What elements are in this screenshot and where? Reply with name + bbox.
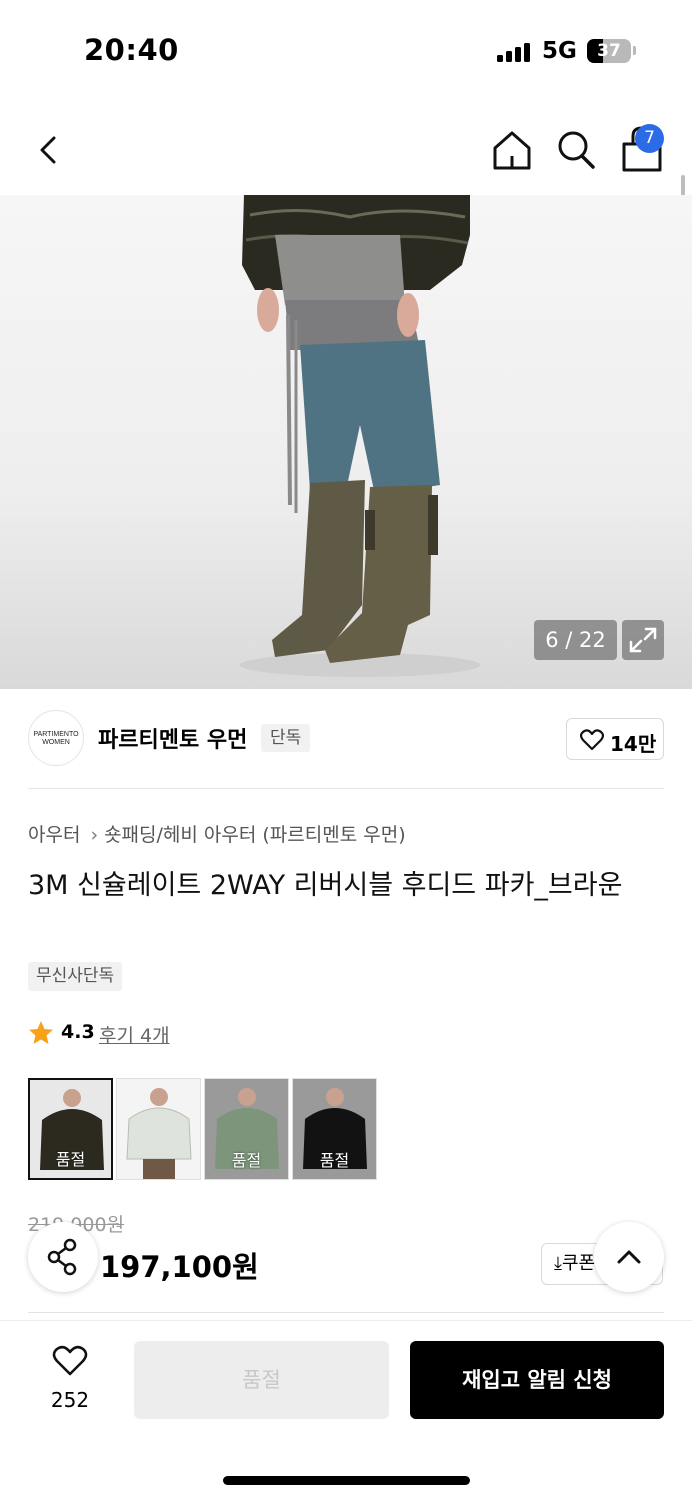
back-button[interactable] — [30, 130, 70, 170]
soldout-button[interactable]: 품절 — [134, 1341, 389, 1419]
heart-icon — [580, 729, 604, 751]
heart-icon — [52, 1345, 88, 1376]
sale-price: 197,100원 — [100, 1250, 259, 1284]
expand-image-button[interactable] — [622, 620, 664, 660]
rating-value: 4.3 — [61, 1021, 95, 1043]
brand-logo[interactable]: PARTIMENTO WOMEN — [28, 710, 84, 766]
color-thumbnail-image — [117, 1079, 200, 1179]
status-bar: 20:40 5G 37 — [0, 0, 692, 100]
star-icon — [29, 1021, 53, 1044]
breadcrumb: 아우터 › 숏패딩/헤비 아우터 (파르티멘토 우먼) — [28, 820, 406, 847]
home-indicator[interactable] — [223, 1476, 470, 1485]
breadcrumb-category[interactable]: 아우터 — [28, 824, 80, 846]
battery-icon: 37 — [587, 39, 631, 63]
cart-count-badge: 7 — [635, 124, 664, 153]
expand-icon — [629, 627, 657, 653]
search-icon — [558, 131, 595, 169]
top-nav — [0, 110, 692, 190]
network-label: 5G — [542, 38, 577, 64]
brand-exclusive-tag: 단독 — [261, 724, 311, 752]
section-divider — [28, 1312, 664, 1313]
status-time: 20:40 — [84, 33, 179, 67]
signal-icon — [497, 42, 533, 62]
soldout-label: 품절 — [55, 1150, 86, 1169]
review-link[interactable]: 후기 4개 — [99, 1021, 170, 1048]
exclusive-badge: 무신사단독 — [28, 962, 123, 991]
color-option[interactable]: 품절 — [292, 1078, 377, 1180]
chevron-right-icon: › — [90, 824, 99, 846]
product-image[interactable] — [0, 195, 692, 689]
home-icon — [493, 131, 531, 170]
wishlist-button[interactable]: 252 — [30, 1345, 110, 1415]
brand-name[interactable]: 파르티멘토 우먼 — [98, 722, 247, 754]
soldout-label: 품절 — [319, 1151, 350, 1170]
home-button[interactable] — [490, 128, 534, 172]
wishlist-count: 252 — [50, 1388, 90, 1412]
download-icon: ⤓ — [554, 1253, 562, 1274]
product-photo-illustration — [240, 195, 480, 677]
color-options: 품절 품절 품절 — [28, 1078, 388, 1180]
chevron-left-icon — [40, 136, 56, 164]
chevron-up-icon — [617, 1250, 641, 1264]
brand-like-button[interactable]: 14만 — [566, 718, 664, 760]
color-option[interactable]: 품절 — [204, 1078, 289, 1180]
soldout-label: 품절 — [231, 1151, 262, 1170]
restock-alert-button[interactable]: 재입고 알림 신청 — [410, 1341, 664, 1419]
image-counter: 6 / 22 — [534, 620, 617, 660]
section-divider — [28, 788, 664, 789]
battery-tip — [633, 46, 636, 55]
battery-level: 37 — [597, 41, 621, 61]
brand-logo-subtext: WOMEN — [42, 739, 70, 746]
brand-logo-text: PARTIMENTO — [33, 731, 79, 738]
scroll-to-top-button[interactable] — [594, 1222, 664, 1292]
breadcrumb-subcategory[interactable]: 숏패딩/헤비 아우터 (파르티멘토 우먼) — [104, 824, 406, 846]
coupon-label: 쿠폰 — [561, 1253, 596, 1274]
brand-like-count: 14만 — [610, 732, 657, 756]
search-button[interactable] — [555, 128, 597, 172]
color-option[interactable]: 품절 — [28, 1078, 113, 1180]
share-button[interactable] — [28, 1222, 98, 1292]
share-icon — [47, 1238, 77, 1276]
product-title: 3M 신슐레이트 2WAY 리버시블 후디드 파카_브라운 — [28, 870, 623, 901]
color-option[interactable] — [116, 1078, 201, 1180]
